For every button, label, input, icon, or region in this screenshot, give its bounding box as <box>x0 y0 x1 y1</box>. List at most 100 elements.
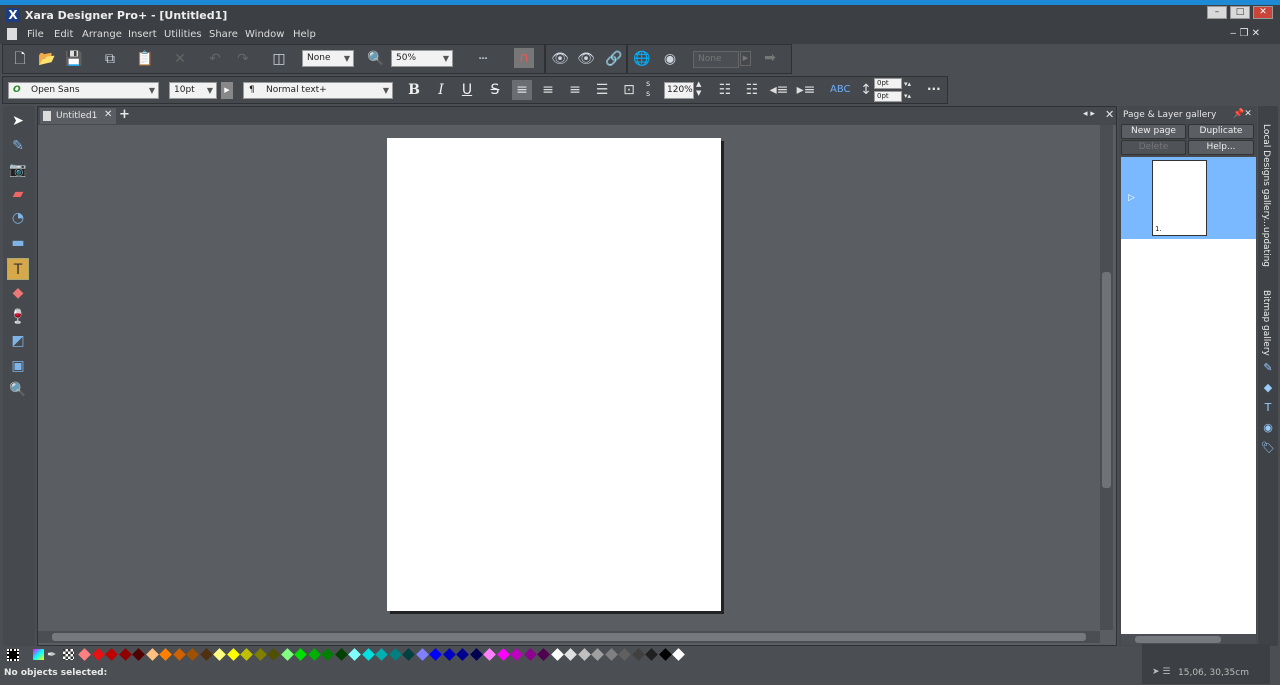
delete-button[interactable]: Delete <box>1121 140 1186 155</box>
menu-window[interactable]: Window <box>245 29 284 40</box>
doc-window-controls[interactable]: ‒ ❐ ✕ <box>1230 28 1260 39</box>
transparency-tool-icon[interactable]: 🍷 <box>7 306 29 328</box>
open-icon[interactable]: 📂 <box>37 49 57 69</box>
vertical-scroll-thumb[interactable] <box>1102 272 1111 488</box>
text-tool-icon[interactable]: T <box>7 258 29 280</box>
coords-panel <box>1142 644 1270 684</box>
eraser-tool-icon[interactable]: ▰ <box>7 183 29 205</box>
align-right-icon[interactable]: ≡ <box>565 80 585 100</box>
bold-button[interactable]: B <box>404 80 424 100</box>
copy-icon[interactable]: ⧉ <box>100 49 120 69</box>
paste-icon[interactable]: 📋 <box>135 49 155 69</box>
underline-button[interactable]: U <box>457 80 477 100</box>
spacing-icon: ss <box>646 79 651 98</box>
quality-dropdown[interactable]: None ▼ <box>302 50 354 67</box>
align-center-icon[interactable]: ≡ <box>538 80 558 100</box>
save-icon[interactable]: 💾 <box>64 49 84 69</box>
status-bar <box>0 665 1280 685</box>
preview-pages-icon[interactable]: 👁 <box>576 49 596 69</box>
arrange-icon[interactable]: ◫ <box>269 49 289 69</box>
gallery-title: Page & Layer gallery <box>1123 110 1217 120</box>
minimize-button[interactable]: – <box>1207 6 1227 19</box>
menu-file[interactable]: File <box>27 29 44 40</box>
menu-arrange[interactable]: Arrange <box>82 29 122 40</box>
new-document-icon[interactable]: 🗋 <box>10 49 30 69</box>
rulers-icon[interactable]: ┄ <box>473 49 493 69</box>
status-message: No objects selected: <box>4 668 108 678</box>
new-page-button[interactable]: New page <box>1121 124 1186 139</box>
redo-icon[interactable]: ↷ <box>233 49 253 69</box>
photo-tool-icon[interactable]: 📷 <box>7 159 29 181</box>
tab-scroll-arrows[interactable]: ◂ ▸ <box>1083 109 1095 119</box>
shape-editor-tool-icon[interactable]: ◔ <box>7 207 29 229</box>
delete-icon[interactable]: ✕ <box>170 49 190 69</box>
preview-page-icon[interactable]: 👁 <box>550 49 570 69</box>
broadcast-icon[interactable]: ◉ <box>660 49 680 69</box>
page-thumbnail[interactable]: 1. <box>1152 160 1207 236</box>
help-button[interactable]: Help... <box>1188 140 1254 155</box>
arrow-right-icon[interactable]: ➡ <box>760 48 780 68</box>
color-picker-icon[interactable]: ✒ <box>47 648 56 661</box>
duplicate-button[interactable]: Duplicate <box>1188 124 1254 139</box>
increase-indent-icon[interactable]: ▸≡ <box>796 80 816 100</box>
selector-tool-icon[interactable]: ➤ <box>7 110 29 132</box>
space-below-field[interactable]: 0pt <box>874 91 902 102</box>
line-spacing-field[interactable]: 120% <box>664 82 694 99</box>
maximize-button[interactable]: □ <box>1230 6 1250 19</box>
undo-icon[interactable]: ↶ <box>205 49 225 69</box>
local-designs-gallery-tab[interactable]: Local Designs gallery...updating <box>1261 124 1271 267</box>
justify-icon[interactable]: ☰ <box>592 80 612 100</box>
more-options-button[interactable]: ··· <box>927 82 941 96</box>
decrease-indent-icon[interactable]: ◂≡ <box>769 80 789 100</box>
spellcheck-icon[interactable]: ABC <box>830 80 851 100</box>
close-document-icon[interactable]: ✕ <box>1105 108 1114 121</box>
zoom-tool-icon[interactable]: 🔍 <box>7 379 29 401</box>
rectangle-tool-icon[interactable]: ▬ <box>7 232 29 254</box>
space-above-field[interactable]: 0pt <box>874 78 902 89</box>
font-size-dropdown[interactable]: 10pt ▼ <box>169 82 217 99</box>
side-gallery-icons[interactable]: ✎ ◆ T ◉ 🏷 <box>1260 358 1276 458</box>
close-tab-icon[interactable]: ✕ <box>104 109 112 120</box>
name-field[interactable]: None <box>693 51 739 68</box>
zoom-dropdown[interactable]: 50% ▼ <box>391 50 453 67</box>
fill-tool-icon[interactable]: ◆ <box>7 282 29 304</box>
space-steppers[interactable]: ▾▴ ▾▴ <box>904 78 911 102</box>
bullet-list-icon[interactable]: ☷ <box>715 80 735 100</box>
document-tab-label: Untitled1 <box>56 111 98 121</box>
gallery-pin-close[interactable]: 📌✕ <box>1233 109 1252 119</box>
line-spacing-stepper[interactable]: ▲ ▼ <box>696 80 701 98</box>
window-title: Xara Designer Pro+ - [Untitled1] <box>25 9 228 22</box>
snap-magnet-icon[interactable]: ∩ <box>514 48 534 68</box>
no-color-swatch[interactable] <box>7 649 19 661</box>
chevron-down-icon: ▼ <box>206 86 213 95</box>
expand-arrow-icon[interactable]: ▷ <box>1128 193 1135 203</box>
close-button[interactable]: ✕ <box>1253 6 1273 19</box>
menu-help[interactable]: Help <box>293 29 316 40</box>
gallery-list <box>1121 239 1256 634</box>
strikethrough-button[interactable]: S <box>485 80 505 100</box>
zoom-icon[interactable]: 🔍 <box>366 49 386 69</box>
text-style-dropdown[interactable]: ¶ Normal text+ ▼ <box>243 82 393 99</box>
transparent-swatch[interactable] <box>63 649 74 660</box>
shadow-tool-icon[interactable]: ◩ <box>7 330 29 352</box>
menu-insert[interactable]: Insert <box>128 29 157 40</box>
link-icon[interactable]: 🔗 <box>604 49 624 69</box>
web-properties-icon[interactable]: 🌐 <box>632 49 652 69</box>
font-size-more-button[interactable]: ▶ <box>221 82 233 99</box>
add-tab-button[interactable]: + <box>119 107 130 122</box>
pen-tool-icon[interactable]: ✎ <box>7 135 29 157</box>
document-page[interactable] <box>387 138 721 611</box>
mould-tool-icon[interactable]: ▣ <box>7 355 29 377</box>
menu-utilities[interactable]: Utilities <box>164 29 202 40</box>
italic-button[interactable]: I <box>431 80 451 100</box>
color-editor-icon[interactable] <box>33 649 44 660</box>
name-apply-button[interactable]: ▶ <box>740 51 751 66</box>
align-left-icon[interactable]: ≡ <box>512 80 532 100</box>
text-frame-icon[interactable]: ⊡ <box>619 80 639 100</box>
menu-share[interactable]: Share <box>209 29 238 40</box>
menu-edit[interactable]: Edit <box>54 29 73 40</box>
font-dropdown[interactable]: O Open Sans ▼ <box>8 82 159 99</box>
horizontal-scroll-thumb[interactable] <box>52 633 1086 641</box>
numbered-list-icon[interactable]: ☷ <box>742 80 762 100</box>
bitmap-gallery-tab[interactable]: Bitmap gallery <box>1261 290 1271 356</box>
